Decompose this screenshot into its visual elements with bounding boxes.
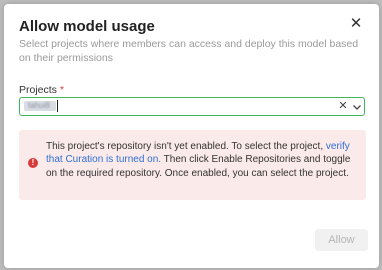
alert-message: This project's repository isn't yet enab…	[46, 140, 362, 180]
chevron-down-icon[interactable]	[351, 100, 363, 112]
projects-label-text: Projects	[19, 84, 57, 96]
selected-project-chip-label: tahui8	[28, 101, 50, 110]
projects-label: Projects *	[19, 84, 64, 96]
required-marker: *	[59, 84, 64, 96]
error-icon: !	[28, 158, 38, 168]
dialog-subtitle: Select projects where members can access…	[19, 38, 359, 64]
allow-model-usage-dialog: Allow model usage ✕ Select projects wher…	[4, 4, 379, 268]
selected-project-chip[interactable]: tahui8	[24, 101, 56, 111]
projects-select[interactable]: tahui8 ✕	[19, 97, 365, 116]
close-icon[interactable]: ✕	[347, 15, 365, 33]
repository-not-enabled-alert: ! This project's repository isn't yet en…	[19, 130, 366, 200]
text-cursor	[57, 100, 58, 112]
clear-icon[interactable]: ✕	[337, 99, 349, 113]
alert-text-before-link: This project's repository isn't yet enab…	[46, 141, 326, 152]
dialog-title: Allow model usage	[19, 18, 155, 35]
allow-button[interactable]: Allow	[315, 229, 368, 251]
